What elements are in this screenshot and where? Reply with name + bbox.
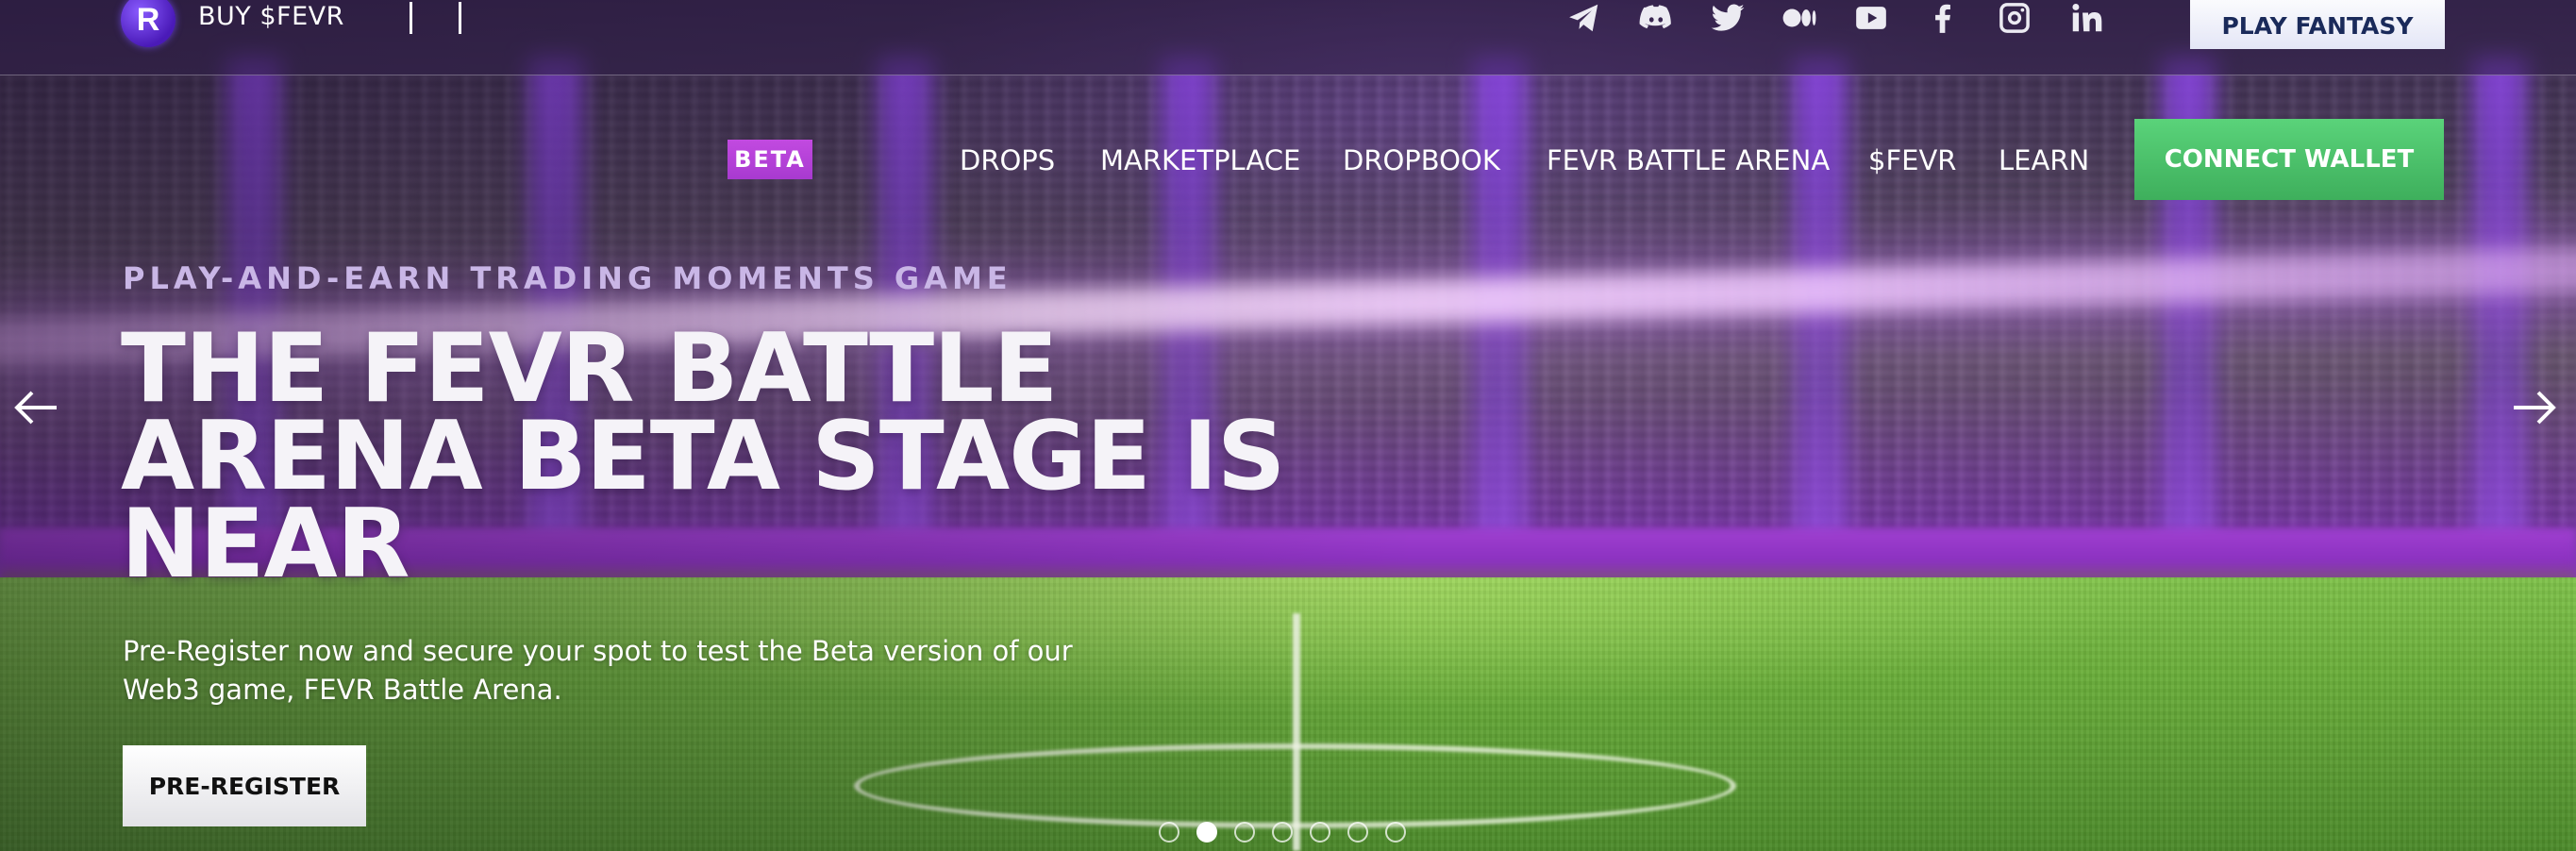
youtube-icon[interactable]	[1853, 0, 1889, 36]
medium-icon[interactable]	[1781, 0, 1817, 36]
carousel-prev-arrow-icon[interactable]	[8, 379, 64, 436]
nav-item-fevr-battle-arena[interactable]: FEVR BATTLE ARENA	[1547, 142, 1830, 179]
buy-fevr-link[interactable]: BUY $FEVR	[198, 0, 344, 34]
nav-item-marketplace[interactable]: MARKETPLACE	[1100, 142, 1300, 179]
top-bar: R BUY $FEVR PLAY FANTASY	[0, 0, 2576, 75]
headline-line: NEAR	[121, 488, 410, 599]
pre-register-button[interactable]: PRE-REGISTER	[123, 745, 366, 826]
carousel-next-arrow-icon[interactable]	[2506, 379, 2563, 436]
carousel-dot[interactable]	[1159, 822, 1179, 843]
nav-item-drops[interactable]: DROPS	[960, 142, 1055, 179]
divider	[410, 2, 412, 34]
discord-icon[interactable]	[1638, 0, 1674, 36]
hero-headline: THE FEVR BATTLE ARENA BETA STAGE IS NEAR	[121, 321, 1347, 599]
telegram-icon[interactable]	[1566, 0, 1602, 36]
beta-badge: BETA	[728, 140, 812, 179]
connect-wallet-button[interactable]: CONNECT WALLET	[2134, 119, 2444, 200]
nav-item-dropbook[interactable]: DROPBOOK	[1343, 142, 1500, 179]
carousel-dot[interactable]	[1347, 822, 1368, 843]
hero-kicker: PLAY-AND-EARN TRADING MOMENTS GAME	[123, 260, 1012, 296]
nav-item-learn[interactable]: LEARN	[1999, 142, 2089, 179]
instagram-icon[interactable]	[1997, 0, 2032, 36]
carousel-dot[interactable]	[1310, 822, 1330, 843]
carousel-dot[interactable]	[1196, 822, 1217, 843]
play-fantasy-button[interactable]: PLAY FANTASY	[2190, 0, 2445, 49]
fevr-logo[interactable]: R	[121, 0, 176, 47]
divider	[459, 2, 461, 34]
carousel-dots	[1159, 822, 1406, 843]
nav-item-fevr-token[interactable]: $FEVR	[1868, 142, 1956, 179]
linkedin-icon[interactable]	[2068, 0, 2104, 36]
facebook-icon[interactable]	[1925, 0, 1961, 36]
carousel-dot[interactable]	[1272, 822, 1293, 843]
carousel-dot[interactable]	[1234, 822, 1255, 843]
hero-subtitle: Pre-Register now and secure your spot to…	[123, 635, 1073, 706]
twitter-icon[interactable]	[1710, 0, 1746, 36]
carousel-dot[interactable]	[1385, 822, 1406, 843]
